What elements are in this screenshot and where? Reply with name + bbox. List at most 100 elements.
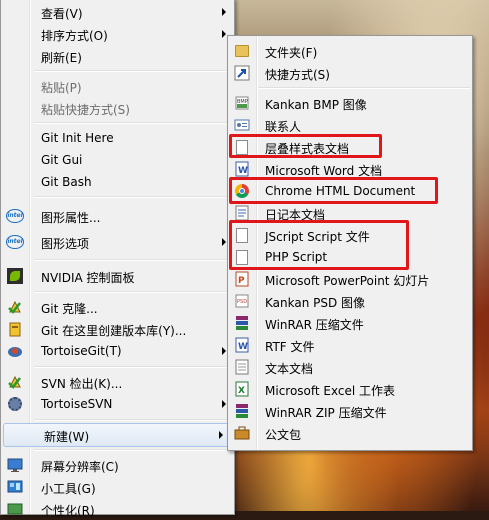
winrar-icon — [234, 315, 250, 331]
text-document-icon — [234, 359, 250, 375]
menu-item-label: 快捷方式(S) — [265, 68, 330, 82]
menu-item-label: Git 在这里创建版本库(Y)... — [41, 324, 187, 338]
menu-separator — [34, 196, 232, 198]
menu-item-git-create-repo[interactable]: Git 在这里创建版本库(Y)... — [1, 318, 234, 340]
new-item-contact[interactable]: 联系人 — [228, 114, 472, 136]
menu-item-paste[interactable]: 粘贴(P) — [1, 75, 234, 97]
menu-item-paste-shortcut[interactable]: 粘贴快捷方式(S) — [1, 97, 234, 119]
bmp-icon: BMP — [234, 95, 250, 111]
annotation-box-css — [229, 134, 382, 158]
menu-separator — [258, 87, 470, 89]
submenu-arrow-icon — [222, 400, 226, 408]
menu-item-label: RTF 文件 — [265, 340, 315, 354]
annotation-box-chrome-html — [229, 177, 438, 204]
new-item-winrar-zip[interactable]: WinRAR ZIP 压缩文件 — [228, 400, 472, 422]
menu-item-label: SVN 检出(K)... — [41, 377, 123, 391]
menu-item-graphics-options[interactable]: intel 图形选项 — [1, 231, 234, 253]
excel-icon: X — [234, 381, 250, 397]
winrar-zip-icon — [234, 403, 250, 419]
menu-item-label: NVIDIA 控制面板 — [41, 271, 135, 285]
svg-text:X: X — [238, 386, 245, 396]
menu-item-label: Git Init Here — [41, 131, 114, 145]
rtf-icon: W — [234, 337, 250, 353]
submenu-arrow-icon — [222, 30, 226, 38]
menu-item-label: 图形属性... — [41, 211, 101, 225]
personalize-icon — [7, 501, 23, 517]
submenu-arrow-icon — [222, 347, 226, 355]
menu-item-git-clone[interactable]: Git 克隆... — [1, 296, 234, 318]
menu-item-screen-resolution[interactable]: 屏幕分辨率(C) — [1, 454, 234, 476]
menu-item-label: Kankan PSD 图像 — [265, 296, 366, 310]
menu-item-label: 图形选项 — [41, 237, 90, 251]
menu-item-label: 查看(V) — [41, 7, 83, 21]
menu-separator — [34, 419, 232, 421]
menu-item-git-init-here[interactable]: Git Init Here — [1, 127, 234, 149]
menu-separator — [34, 70, 232, 72]
menu-item-svn-checkout[interactable]: SVN 检出(K)... — [1, 371, 234, 393]
submenu-arrow-icon — [219, 431, 223, 439]
svg-text:BMP: BMP — [237, 99, 248, 105]
menu-item-label: 粘贴快捷方式(S) — [41, 103, 130, 117]
menu-item-label: 小工具(G) — [41, 482, 96, 496]
menu-item-gadgets[interactable]: 小工具(G) — [1, 476, 234, 498]
menu-item-label: Microsoft Excel 工作表 — [265, 384, 396, 398]
menu-item-tortoisesvn[interactable]: TortoiseSVN — [1, 393, 234, 415]
git-create-repo-icon — [7, 321, 23, 337]
menu-item-view[interactable]: 查看(V) — [1, 1, 234, 23]
menu-separator — [34, 291, 232, 293]
menu-item-label: Git 克隆... — [41, 302, 98, 316]
svg-text:W: W — [238, 342, 248, 352]
submenu-arrow-icon — [222, 8, 226, 16]
menu-item-label: 排序方式(O) — [41, 29, 108, 43]
contact-icon — [234, 117, 250, 133]
display-icon — [7, 457, 23, 473]
journal-icon — [234, 205, 250, 221]
menu-item-personalize[interactable]: 个性化(R) — [1, 498, 234, 520]
psd-icon: PSD — [234, 293, 250, 309]
menu-item-label: 新建(W) — [44, 430, 90, 444]
menu-item-git-bash[interactable]: Git Bash — [1, 171, 234, 193]
new-item-powerpoint[interactable]: P Microsoft PowerPoint 幻灯片 — [228, 268, 472, 290]
new-item-kankan-bmp[interactable]: BMP Kankan BMP 图像 — [228, 92, 472, 114]
svg-text:P: P — [238, 276, 245, 286]
menu-item-label: 文件夹(F) — [265, 46, 318, 60]
menu-item-label: WinRAR ZIP 压缩文件 — [265, 406, 387, 420]
menu-item-label: Microsoft PowerPoint 幻灯片 — [265, 274, 430, 288]
new-item-text-document[interactable]: 文本文档 — [228, 356, 472, 378]
submenu-arrow-icon — [222, 238, 226, 246]
menu-item-label: 公文包 — [265, 428, 302, 442]
menu-item-label: TortoiseGit(T) — [41, 344, 122, 358]
new-item-briefcase[interactable]: 公文包 — [228, 422, 472, 444]
new-item-winrar[interactable]: WinRAR 压缩文件 — [228, 312, 472, 334]
menu-item-label: 文本文档 — [265, 362, 314, 376]
menu-separator — [34, 449, 232, 451]
menu-item-label: 联系人 — [265, 120, 302, 134]
menu-item-label: 刷新(E) — [41, 51, 82, 65]
svg-text:PSD: PSD — [237, 299, 247, 305]
new-item-rtf[interactable]: W RTF 文件 — [228, 334, 472, 356]
new-item-kankan-psd[interactable]: PSD Kankan PSD 图像 — [228, 290, 472, 312]
intel-icon: intel — [6, 234, 24, 250]
powerpoint-icon: P — [234, 271, 250, 287]
menu-separator — [34, 122, 232, 124]
annotation-box-scripts — [229, 220, 409, 270]
menu-separator — [34, 366, 232, 368]
menu-item-nvidia-control-panel[interactable]: NVIDIA 控制面板 — [1, 265, 234, 287]
menu-item-label: TortoiseSVN — [41, 397, 113, 411]
menu-item-tortoisegit[interactable]: TortoiseGit(T) — [1, 340, 234, 362]
menu-item-git-gui[interactable]: Git Gui — [1, 149, 234, 171]
git-clone-icon — [7, 299, 23, 315]
tortoisegit-icon — [7, 343, 23, 359]
menu-item-refresh[interactable]: 刷新(E) — [1, 45, 234, 67]
new-item-folder[interactable]: 文件夹(F) — [228, 40, 472, 62]
new-item-shortcut[interactable]: 快捷方式(S) — [228, 62, 472, 84]
desktop-context-menu: 查看(V) 排序方式(O) 刷新(E) 粘贴(P) 粘贴快捷方式(S) Git … — [0, 0, 235, 518]
menu-item-label: Git Gui — [41, 153, 83, 167]
nvidia-icon — [7, 268, 23, 284]
menu-item-label: 粘贴(P) — [41, 81, 82, 95]
menu-item-sort-by[interactable]: 排序方式(O) — [1, 23, 234, 45]
menu-item-graphics-properties[interactable]: intel 图形属性... — [1, 205, 234, 227]
gadgets-icon — [7, 479, 23, 495]
menu-item-new[interactable]: 新建(W) — [3, 423, 232, 447]
new-item-excel[interactable]: X Microsoft Excel 工作表 — [228, 378, 472, 400]
